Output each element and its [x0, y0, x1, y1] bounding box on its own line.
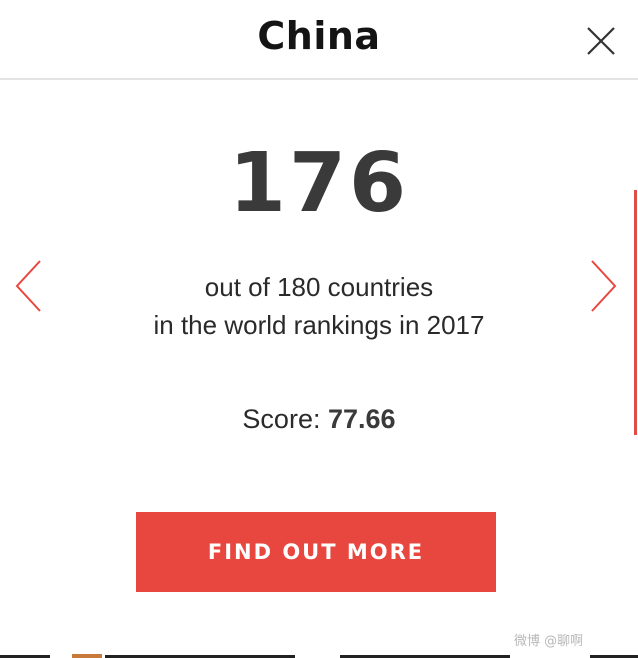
rank-description-line2: in the world rankings in 2017	[153, 310, 485, 340]
watermark: 微博 @聊啊	[514, 634, 584, 649]
rank-number: 176	[228, 136, 410, 231]
score-row: Score: 77.66	[0, 404, 638, 435]
country-detail-modal: China 176 out of 180 countries in the wo…	[0, 0, 638, 658]
rank-description-line1: out of 180 countries	[204, 272, 434, 302]
score-value: 77.66	[327, 404, 396, 434]
modal-header: China	[0, 0, 638, 80]
country-title: China	[257, 14, 381, 58]
close-button[interactable]	[583, 23, 619, 59]
bottom-page-strip	[0, 654, 638, 658]
score-label: Score:	[242, 404, 321, 434]
close-icon	[587, 27, 615, 55]
find-out-more-button[interactable]: FIND OUT MORE	[136, 512, 496, 592]
